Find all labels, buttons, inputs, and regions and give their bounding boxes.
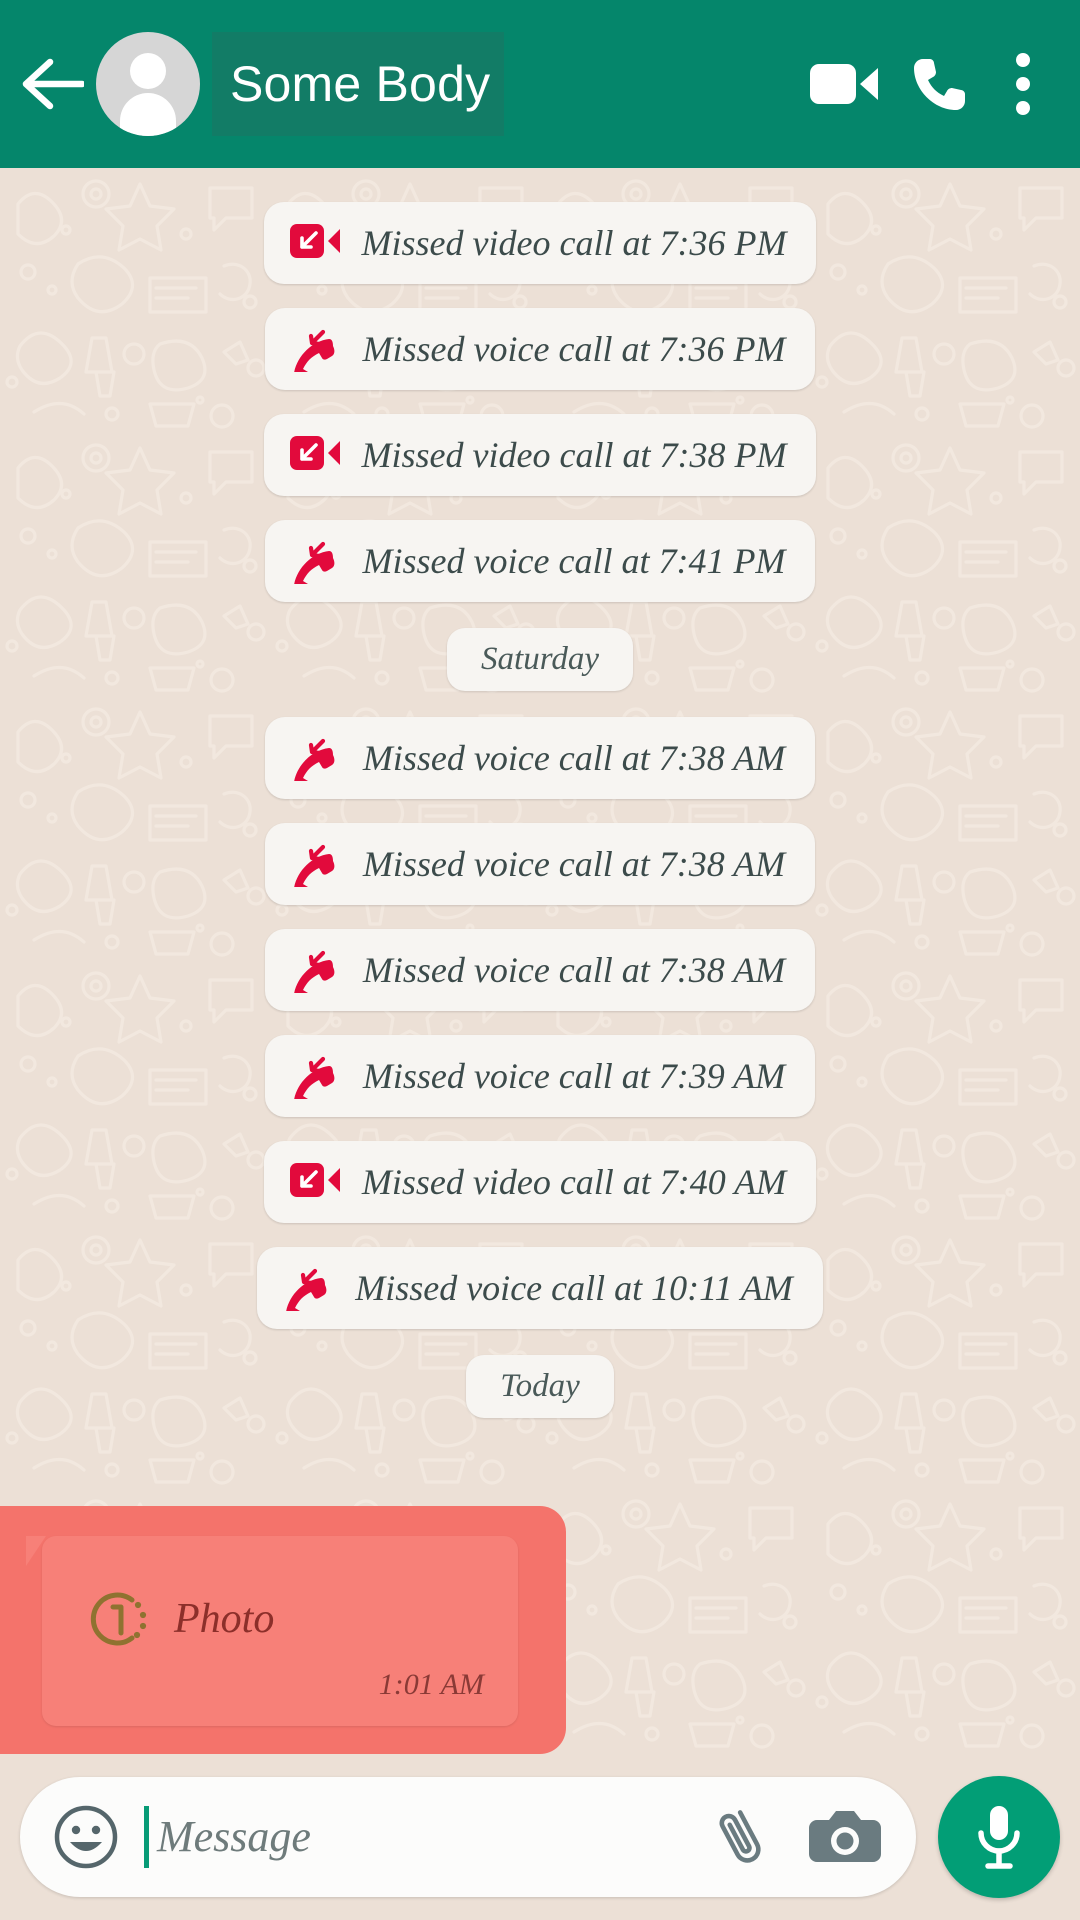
missed-voice-call-bubble[interactable]: Missed voice call at 7:38 AM [264,717,816,799]
call-message-text: Missed voice call at 7:41 PM [362,541,786,581]
message-row: Missed voice call at 7:38 AM [0,917,1080,1023]
missed-voice-call-icon [293,541,334,584]
call-message-text: Missed voice call at 10:11 AM [355,1268,793,1308]
message-row: Missed voice call at 7:39 AM [0,1023,1080,1129]
missed-voice-call-icon [283,1265,333,1311]
text-cursor [144,1806,149,1868]
call-message-text: Missed voice call at 7:36 PM [362,329,786,369]
missed-voice-call-icon [294,950,335,993]
message-row: Missed voice call at 10:11 AM [0,1235,1080,1341]
message-row: Missed voice call at 7:41 PM [0,508,1080,614]
back-button[interactable] [10,42,94,126]
call-message-text: Missed video call at 7:38 PM [361,435,787,475]
more-vertical-icon [1016,53,1030,115]
missed-video-call-bubble[interactable]: Missed video call at 7:40 AM [263,1141,817,1223]
missed-voice-call-bubble[interactable]: Missed voice call at 7:41 PM [264,520,816,602]
view-once-photo-icon [90,1592,147,1646]
phone-icon [914,59,965,110]
missed-voice-call-icon [294,738,335,781]
message-row: Missed video call at 7:36 PM [0,190,1080,296]
message-row: Missed voice call at 7:38 AM [0,705,1080,811]
missed-voice-call-bubble[interactable]: Missed voice call at 7:36 PM [264,308,816,390]
message-input-bar: Message [0,1754,1080,1920]
attach-button[interactable] [700,1794,786,1880]
camera-button[interactable] [802,1794,888,1880]
missed-voice-call-icon [294,844,335,887]
missed-video-call-icon [289,1159,340,1205]
missed-video-call-icon [289,432,340,478]
missed-voice-call-icon [291,735,341,781]
missed-video-call-icon [289,224,340,258]
video-call-button[interactable] [796,36,892,132]
missed-voice-call-bubble[interactable]: Missed voice call at 7:38 AM [264,929,816,1011]
avatar[interactable] [96,32,200,136]
video-camera-icon [810,64,878,104]
camera-icon [809,1811,881,1862]
photo-message-timestamp: 1:01 AM [378,1668,484,1701]
missed-voice-call-icon [291,947,341,993]
message-row: Missed video call at 7:38 PM [0,402,1080,508]
call-message-text: Missed voice call at 7:39 AM [362,1056,786,1096]
missed-video-call-bubble[interactable]: Missed video call at 7:36 PM [263,202,817,284]
photo-message-content: Photo [86,1588,274,1650]
call-message-text: Missed voice call at 7:38 AM [362,844,786,884]
avatar-body-shape [120,93,176,136]
missed-voice-call-bubble[interactable]: Missed voice call at 10:11 AM [257,1247,823,1329]
avatar-head-shape [130,53,166,89]
message-row: Missed voice call at 7:38 AM [0,811,1080,917]
whatsapp-chat-screen: Some Body Missed video call at 7:36 PM M… [0,0,1080,1920]
missed-video-call-icon [289,436,340,470]
missed-voice-call-icon [294,1056,335,1099]
message-row: Missed voice call at 7:36 PM [0,296,1080,402]
voice-call-button[interactable] [892,36,988,132]
message-row: Missed video call at 7:40 AM [0,1129,1080,1235]
call-message-text: Missed voice call at 7:38 AM [362,738,786,778]
date-divider-label: Today [500,1368,580,1404]
paperclip-icon [719,1810,761,1863]
missed-voice-call-icon [291,538,341,584]
message-input-pill[interactable]: Message [20,1777,916,1897]
emoji-smiley-icon [54,1805,118,1869]
overflow-menu-button[interactable] [988,36,1058,132]
call-message-text: Missed video call at 7:36 PM [361,223,787,263]
photo-message-bubble[interactable]: Photo 1:01 AM [26,1536,518,1726]
microphone-icon [978,1806,1020,1869]
message-list-container[interactable]: Missed video call at 7:36 PM Missed voice… [0,168,1080,1754]
missed-voice-call-bubble[interactable]: Missed voice call at 7:39 AM [264,1035,816,1117]
date-divider: Saturday [447,628,633,691]
missed-voice-call-icon [291,326,341,372]
missed-video-call-icon [289,220,340,266]
chat-header: Some Body [0,0,1080,168]
call-message-text: Missed voice call at 7:38 AM [362,950,786,990]
date-divider: Today [466,1355,614,1418]
emoji-button[interactable] [50,1801,122,1873]
date-divider-label: Saturday [481,641,599,677]
missed-video-call-icon [289,1163,340,1197]
missed-voice-call-icon [293,329,334,372]
date-divider-row: Saturday [0,614,1080,705]
missed-video-call-bubble[interactable]: Missed video call at 7:38 PM [263,414,817,496]
contact-name-container[interactable]: Some Body [212,32,505,136]
page-title: Some Body [230,56,491,112]
photo-message-label: Photo [174,1596,275,1642]
call-message-text: Missed video call at 7:40 AM [361,1162,787,1202]
missed-voice-call-icon [286,1268,327,1311]
missed-voice-call-bubble[interactable]: Missed voice call at 7:38 AM [264,823,816,905]
missed-voice-call-icon [291,841,341,887]
message-input[interactable]: Message [151,1815,700,1859]
date-divider-row: Today [0,1341,1080,1432]
voice-record-button[interactable] [938,1776,1060,1898]
missed-voice-call-icon [291,1053,341,1099]
arrow-left-icon [22,58,84,110]
